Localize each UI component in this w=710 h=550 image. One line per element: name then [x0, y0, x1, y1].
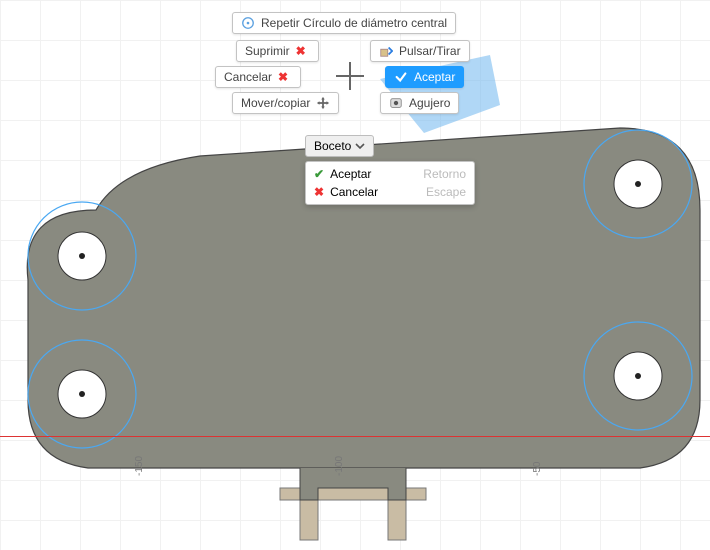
check-icon — [394, 70, 408, 84]
x-icon: ✖ — [278, 70, 292, 84]
push-pull-icon — [379, 44, 393, 58]
axis-tick: -150 — [134, 456, 145, 476]
button-label: Cancelar — [224, 70, 272, 84]
x-icon: ✖ — [296, 44, 310, 58]
menu-item-cancel[interactable]: ✖ Cancelar Escape — [306, 183, 474, 201]
sketch-dropdown-toggle[interactable]: Boceto — [305, 135, 374, 157]
menu-item-label: Aceptar — [330, 167, 371, 181]
menu-item-label: Cancelar — [330, 185, 378, 199]
repeat-circle-button[interactable]: Repetir Círculo de diámetro central — [232, 12, 456, 34]
dropdown-selected: Boceto — [314, 139, 351, 153]
axis-tick: -50 — [532, 462, 543, 476]
delete-button[interactable]: Suprimir ✖ — [236, 40, 319, 62]
button-label: Repetir Círculo de diámetro central — [261, 16, 447, 30]
menu-item-shortcut: Retorno — [423, 167, 466, 181]
hole-icon — [389, 96, 403, 110]
axis-tick: -100 — [334, 456, 345, 476]
sketch-dropdown-menu: ✔ Aceptar Retorno ✖ Cancelar Escape — [305, 161, 475, 205]
menu-item-shortcut: Escape — [426, 185, 466, 199]
chevron-down-icon — [355, 141, 365, 151]
circle-icon — [241, 16, 255, 30]
button-label: Pulsar/Tirar — [399, 44, 461, 58]
hole-button[interactable]: Agujero — [380, 92, 459, 114]
menu-item-accept[interactable]: ✔ Aceptar Retorno — [306, 165, 474, 183]
x-icon: ✖ — [314, 185, 324, 199]
button-label: Suprimir — [245, 44, 290, 58]
move-copy-button[interactable]: Mover/copiar — [232, 92, 339, 114]
accept-button[interactable]: Aceptar — [385, 66, 464, 88]
move-icon — [316, 96, 330, 110]
button-label: Agujero — [409, 96, 450, 110]
marking-menu-center — [336, 62, 364, 90]
push-pull-button[interactable]: Pulsar/Tirar — [370, 40, 470, 62]
cancel-button[interactable]: Cancelar ✖ — [215, 66, 301, 88]
button-label: Aceptar — [414, 70, 455, 84]
sketch-axis-x — [0, 436, 710, 437]
button-label: Mover/copiar — [241, 96, 310, 110]
check-icon: ✔ — [314, 167, 324, 181]
sketch-dropdown: Boceto ✔ Aceptar Retorno ✖ Cancelar Esca… — [305, 135, 475, 205]
